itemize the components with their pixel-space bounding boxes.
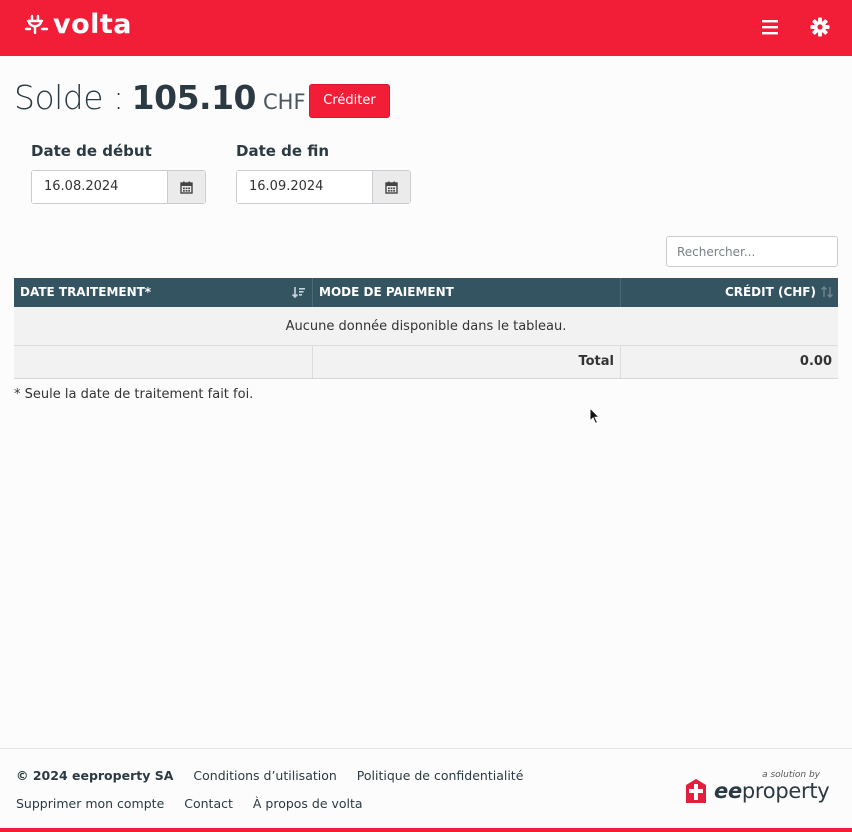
- balance-display: Solde : 105.10 CHF: [14, 78, 306, 122]
- end-date-picker: 16.09.2024: [236, 170, 411, 204]
- table-header: DATE TRAITEMENT* MODE DE PAIEMENT CRÉDIT…: [14, 278, 838, 307]
- bottom-accent-bar: [0, 828, 852, 832]
- start-date-label: Date de début: [31, 142, 152, 160]
- column-header-label: CRÉDIT (CHF): [724, 285, 816, 299]
- total-label: Total: [313, 346, 621, 378]
- footer-row-2: Supprimer mon compte Contact À propos de…: [16, 796, 379, 811]
- plug-logo-icon: [24, 14, 49, 35]
- start-date-calendar-button[interactable]: [167, 171, 205, 203]
- end-date-input[interactable]: 16.09.2024: [237, 171, 372, 203]
- column-header-label: MODE DE PAIEMENT: [319, 285, 454, 299]
- calendar-icon: [385, 181, 398, 194]
- gear-icon: [810, 17, 830, 37]
- end-date-calendar-button[interactable]: [372, 171, 410, 203]
- about-link[interactable]: À propos de volta: [253, 796, 363, 811]
- brand-name: eeproperty: [714, 779, 830, 803]
- credit-button[interactable]: Créditer: [309, 84, 390, 118]
- processing-date-note: * Seule la date de traitement fait foi.: [14, 387, 254, 402]
- brand-name-bold: ee: [714, 779, 742, 803]
- volta-logo[interactable]: volta: [23, 10, 132, 40]
- footer-cell-empty: [14, 346, 313, 378]
- column-header-payment[interactable]: MODE DE PAIEMENT: [313, 278, 621, 307]
- start-date-picker: 16.08.2024: [31, 170, 206, 204]
- column-header-credit[interactable]: CRÉDIT (CHF): [621, 278, 838, 307]
- copyright-text: © 2024 eeproperty SA: [16, 768, 174, 783]
- end-date-label: Date de fin: [236, 142, 330, 160]
- delete-account-link[interactable]: Supprimer mon compte: [16, 796, 164, 811]
- terms-link[interactable]: Conditions d’utilisation: [193, 768, 336, 783]
- total-value: 0.00: [799, 354, 832, 369]
- menu-button[interactable]: [760, 17, 782, 37]
- eeproperty-mark-icon: [686, 779, 706, 803]
- sort-both-icon: [821, 286, 833, 298]
- brand-name-rest: property: [741, 779, 830, 803]
- contact-link[interactable]: Contact: [184, 796, 233, 811]
- hamburger-menu-icon: [762, 20, 778, 35]
- transactions-table: DATE TRAITEMENT* MODE DE PAIEMENT CRÉDIT…: [14, 278, 838, 379]
- calendar-icon: [180, 181, 193, 194]
- empty-table-message: Aucune donnée disponible dans le tableau…: [14, 307, 838, 346]
- column-header-date[interactable]: DATE TRAITEMENT*: [14, 278, 313, 307]
- table-footer: Total 0.00: [14, 346, 838, 379]
- column-header-label: DATE TRAITEMENT*: [20, 285, 152, 299]
- sort-desc-icon: [292, 287, 305, 299]
- settings-button[interactable]: [809, 16, 831, 38]
- privacy-link[interactable]: Politique de confidentialité: [357, 768, 524, 783]
- mouse-cursor-icon: [589, 407, 601, 425]
- eeproperty-logo[interactable]: a solution by eeproperty: [684, 770, 830, 810]
- start-date-input[interactable]: 16.08.2024: [32, 171, 167, 203]
- balance-label: Solde :: [14, 78, 124, 117]
- balance-currency: CHF: [263, 90, 306, 114]
- top-navbar: volta: [0, 0, 852, 56]
- footer-row-1: © 2024 eeproperty SA Conditions d’utilis…: [16, 768, 539, 783]
- balance-amount: 105.10: [131, 78, 257, 117]
- search-input[interactable]: [666, 236, 838, 267]
- logo-text: volta: [53, 9, 133, 40]
